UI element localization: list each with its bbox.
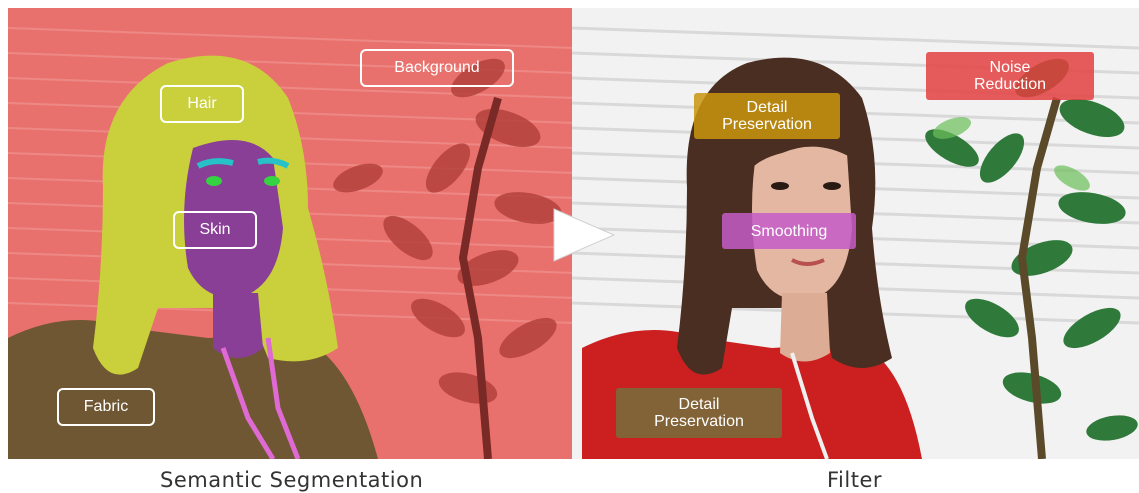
fabric-label: Fabric bbox=[57, 388, 155, 426]
filter-image: Detail Preservation Noise Reduction Smoo… bbox=[572, 8, 1139, 459]
hair-label: Hair bbox=[160, 85, 244, 123]
filter-caption: Filter bbox=[827, 468, 883, 492]
arrow-right-icon bbox=[553, 208, 616, 262]
detail-preservation-label-top: Detail Preservation bbox=[694, 93, 840, 139]
segmentation-caption: Semantic Segmentation bbox=[160, 468, 424, 492]
detail-preservation-label-bottom: Detail Preservation bbox=[616, 388, 782, 438]
smoothing-label: Smoothing bbox=[722, 213, 856, 249]
segmentation-image: Hair Background Skin Fabric bbox=[8, 8, 575, 459]
skin-label: Skin bbox=[173, 211, 257, 249]
noise-reduction-label: Noise Reduction bbox=[926, 52, 1094, 100]
background-label: Background bbox=[360, 49, 514, 87]
